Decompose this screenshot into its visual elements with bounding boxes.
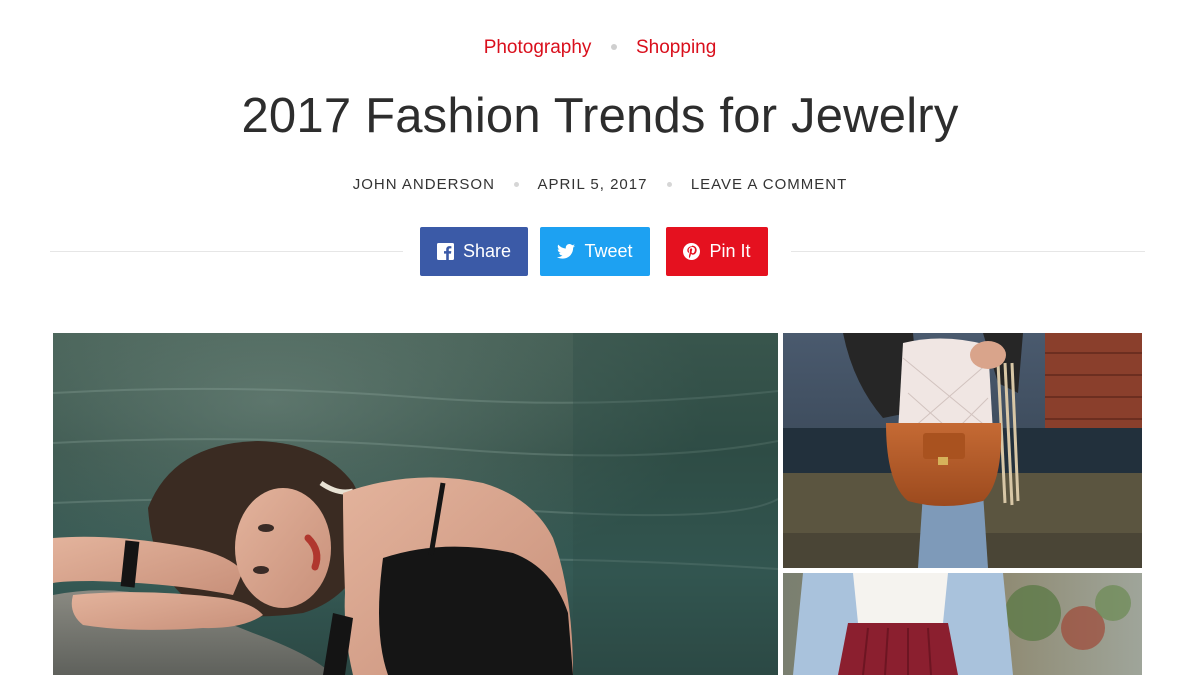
divider-line — [50, 251, 403, 252]
facebook-icon — [436, 243, 454, 260]
post-gallery — [53, 333, 1143, 675]
post-meta: JOHN ANDERSON APRIL 5, 2017 LEAVE A COMM… — [0, 174, 1200, 196]
twitter-tweet-button[interactable]: Tweet — [540, 227, 650, 276]
twitter-tweet-label: Tweet — [584, 241, 633, 261]
post-date-link[interactable]: APRIL 5, 2017 — [537, 176, 647, 193]
category-separator — [610, 43, 617, 50]
post-title: 2017 Fashion Trends for Jewelry — [241, 89, 959, 143]
pinterest-pin-label: Pin It — [709, 241, 751, 261]
category-link-shopping[interactable]: Shopping — [636, 37, 716, 58]
gallery-image-denim-jacket[interactable] — [783, 573, 1142, 675]
meta-separator — [666, 181, 672, 187]
leave-comment-link[interactable]: LEAVE A COMMENT — [691, 176, 847, 193]
divider-line — [791, 251, 1145, 252]
gallery-image-leather-bag[interactable] — [783, 333, 1142, 568]
category-link-photography[interactable]: Photography — [484, 37, 592, 58]
facebook-share-label: Share — [462, 241, 512, 261]
facebook-share-button[interactable]: Share — [420, 227, 528, 276]
author-link[interactable]: JOHN ANDERSON — [353, 176, 495, 193]
twitter-icon — [557, 244, 576, 259]
pinterest-icon — [683, 243, 701, 260]
pinterest-pin-button[interactable]: Pin It — [666, 227, 768, 276]
post-categories: Photography Shopping — [0, 34, 1200, 62]
share-bar: Share Tweet Pin It — [50, 227, 1145, 276]
gallery-image-woman-jewelry[interactable] — [53, 333, 778, 675]
meta-separator — [514, 181, 520, 187]
blog-post-page: Photography Shopping 2017 Fashion Trends… — [0, 0, 1200, 675]
